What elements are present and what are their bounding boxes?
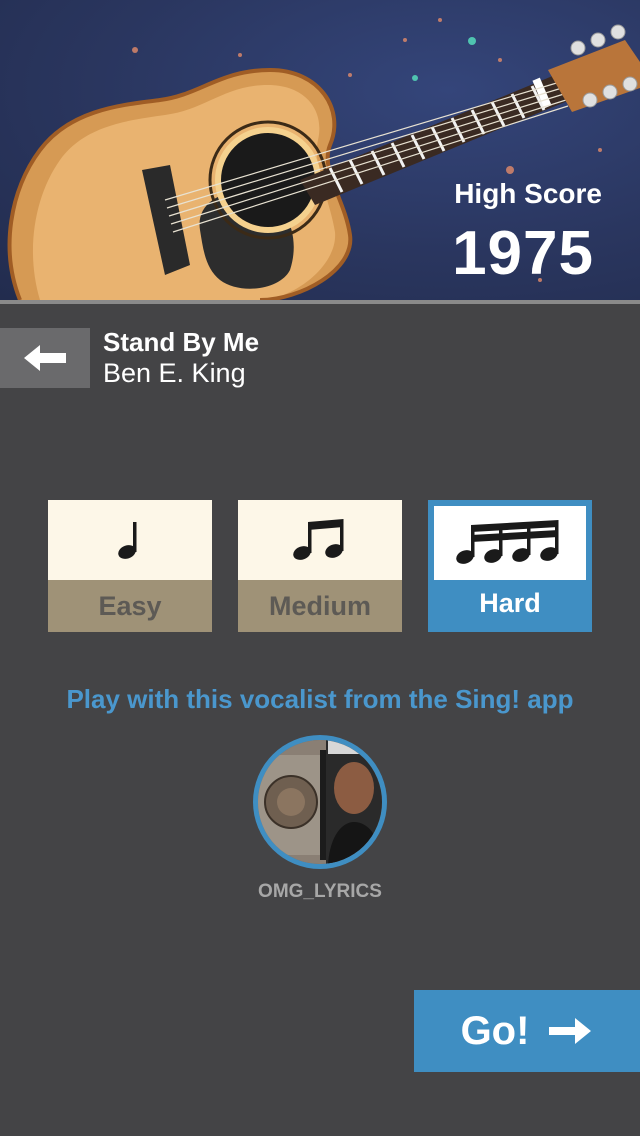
go-button[interactable]: Go! — [414, 990, 640, 1072]
high-score-value: 1975 — [452, 219, 594, 288]
high-score-label: High Score — [454, 178, 602, 209]
vocalist-avatar-button[interactable] — [253, 735, 387, 869]
difficulty-hard-button[interactable]: Hard — [428, 500, 592, 632]
song-artist: Ben E. King — [103, 358, 246, 388]
difficulty-hard-label: Hard — [434, 580, 586, 626]
eighth-notes-icon — [293, 519, 344, 560]
hero-banner: High Score 1975 — [0, 0, 640, 300]
go-button-label: Go! — [460, 1008, 530, 1053]
vocalist-photo — [258, 740, 382, 864]
song-title: Stand By Me — [103, 327, 260, 357]
back-button[interactable] — [0, 328, 90, 388]
sixteenth-notes-icon — [456, 520, 559, 564]
difficulty-medium-icon-area — [238, 500, 402, 580]
arrow-left-icon — [24, 345, 66, 371]
arrow-right-icon — [549, 1018, 592, 1044]
vocalist-username: OMG_LYRICS — [258, 881, 382, 902]
vocalist-prompt: Play with this vocalist from the Sing! a… — [66, 684, 574, 714]
difficulty-medium-button[interactable]: Medium — [238, 500, 402, 632]
hero-divider — [0, 300, 640, 304]
difficulty-easy-icon-area — [48, 500, 212, 580]
avatar — [258, 740, 382, 864]
difficulty-easy-label: Easy — [48, 580, 212, 632]
difficulty-hard-icon-area — [434, 506, 586, 580]
difficulty-medium-label: Medium — [238, 580, 402, 632]
quarter-note-icon — [118, 522, 137, 559]
difficulty-easy-button[interactable]: Easy — [48, 500, 212, 632]
